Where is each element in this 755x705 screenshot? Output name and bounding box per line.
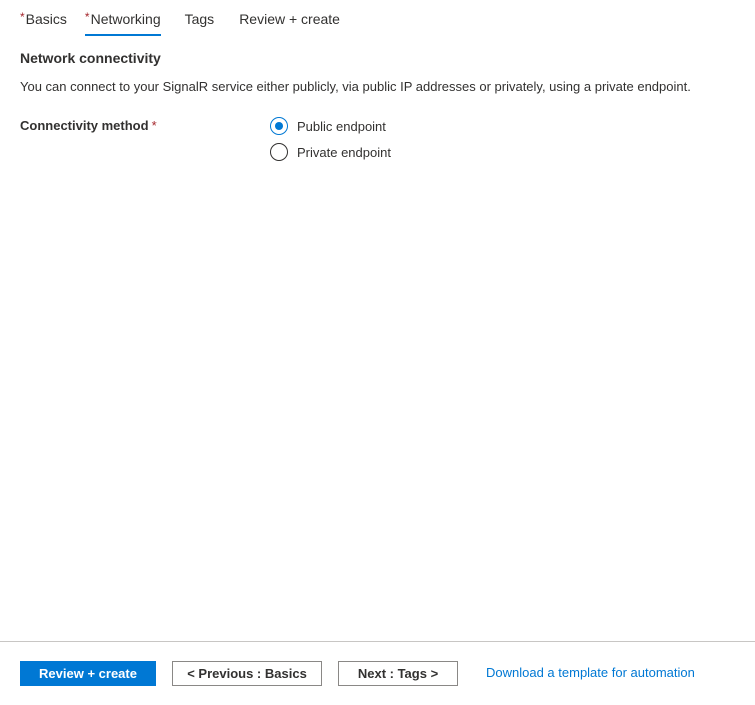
tab-networking[interactable]: *Networking <box>84 0 161 36</box>
footer-divider <box>0 641 755 642</box>
radio-unselected-icon[interactable] <box>270 143 288 161</box>
tab-tags-label: Tags <box>184 11 215 27</box>
connectivity-method-label: Connectivity method * <box>20 118 157 133</box>
next-button[interactable]: Next : Tags > <box>338 661 458 686</box>
required-marker: * <box>84 10 90 24</box>
required-marker: * <box>20 10 25 24</box>
download-template-link[interactable]: Download a template for automation <box>486 665 695 680</box>
previous-button[interactable]: < Previous : Basics <box>172 661 322 686</box>
radio-selected-icon[interactable] <box>270 117 288 135</box>
section-description: You can connect to your SignalR service … <box>20 79 691 94</box>
radio-private-endpoint-label[interactable]: Private endpoint <box>297 145 391 160</box>
radio-public-endpoint-label[interactable]: Public endpoint <box>297 119 386 134</box>
tab-review-create[interactable]: Review + create <box>239 0 340 36</box>
connectivity-method-text: Connectivity method <box>20 118 149 133</box>
wizard-tabs: *Basics *Networking Tags Review + create <box>20 0 340 40</box>
radio-private-endpoint[interactable]: Private endpoint <box>270 139 391 165</box>
review-create-button[interactable]: Review + create <box>20 661 156 686</box>
tab-review-create-label: Review + create <box>239 11 340 27</box>
tab-networking-label: Networking <box>90 11 161 27</box>
radio-public-endpoint[interactable]: Public endpoint <box>270 113 391 139</box>
tab-basics-label: Basics <box>25 11 67 27</box>
section-title: Network connectivity <box>20 50 161 66</box>
create-signalr-page: *Basics *Networking Tags Review + create… <box>0 0 755 705</box>
tab-basics[interactable]: *Basics <box>20 0 67 36</box>
connectivity-method-radio-group: Public endpoint Private endpoint <box>270 113 391 165</box>
required-marker: * <box>151 118 157 133</box>
tab-tags[interactable]: Tags <box>185 0 215 36</box>
